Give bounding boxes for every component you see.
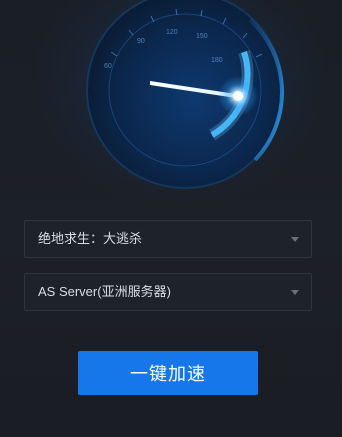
speedometer-gauge: 60 90 120 150 180 [86, 0, 285, 189]
tick-label: 60 [104, 63, 112, 70]
game-select-value: 绝地求生：大逃杀 [38, 231, 143, 246]
accelerate-button[interactable]: 一键加速 [78, 351, 258, 395]
server-select-value: AS Server(亚洲服务器) [38, 284, 171, 299]
chevron-down-icon[interactable] [291, 237, 299, 242]
needle-hub [233, 91, 243, 101]
game-select[interactable]: 绝地求生：大逃杀 [24, 220, 312, 258]
tick-label: 150 [196, 33, 208, 40]
accelerator-panel: 60 90 120 150 180 绝地求生：大逃杀 AS Server(亚洲服… [0, 0, 342, 437]
tick-label: 180 [211, 57, 223, 64]
tick-label: 90 [137, 38, 145, 45]
tick-label: 120 [166, 29, 178, 36]
chevron-down-icon[interactable] [291, 290, 299, 295]
server-select[interactable]: AS Server(亚洲服务器) [24, 273, 312, 311]
